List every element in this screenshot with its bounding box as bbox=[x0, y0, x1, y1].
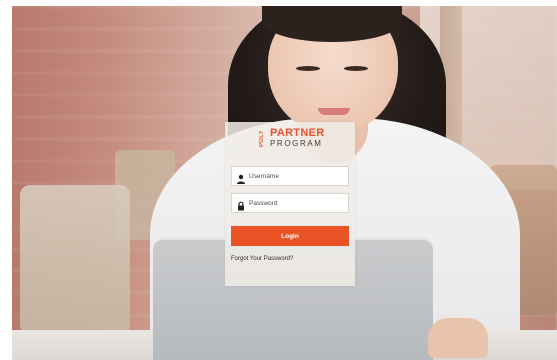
username-input[interactable] bbox=[249, 167, 345, 185]
person-lips bbox=[318, 108, 350, 115]
person-bangs bbox=[262, 0, 402, 42]
person-hand bbox=[428, 318, 488, 358]
login-page: POLY PARTNER PROGRAM Login Fo bbox=[0, 0, 557, 360]
background-chair-left bbox=[20, 185, 130, 335]
frame-top-edge bbox=[0, 0, 557, 6]
user-icon bbox=[236, 171, 246, 184]
logo-partner-text: PARTNER bbox=[270, 127, 325, 139]
person-eye-right bbox=[344, 66, 368, 71]
frame-left-edge bbox=[0, 0, 12, 360]
username-field[interactable] bbox=[231, 166, 349, 186]
logo-poly-text: POLY bbox=[259, 130, 265, 148]
login-button[interactable]: Login bbox=[231, 226, 349, 246]
login-panel: POLY PARTNER PROGRAM Login Fo bbox=[225, 122, 355, 286]
forgot-password-link[interactable]: Forgot Your Password? bbox=[231, 256, 293, 262]
password-field[interactable] bbox=[231, 193, 349, 213]
password-input[interactable] bbox=[249, 194, 345, 212]
partner-program-logo: POLY PARTNER PROGRAM bbox=[259, 127, 339, 150]
lock-icon bbox=[236, 198, 246, 211]
logo-program-text: PROGRAM bbox=[270, 139, 323, 148]
person-eye-left bbox=[296, 66, 320, 71]
